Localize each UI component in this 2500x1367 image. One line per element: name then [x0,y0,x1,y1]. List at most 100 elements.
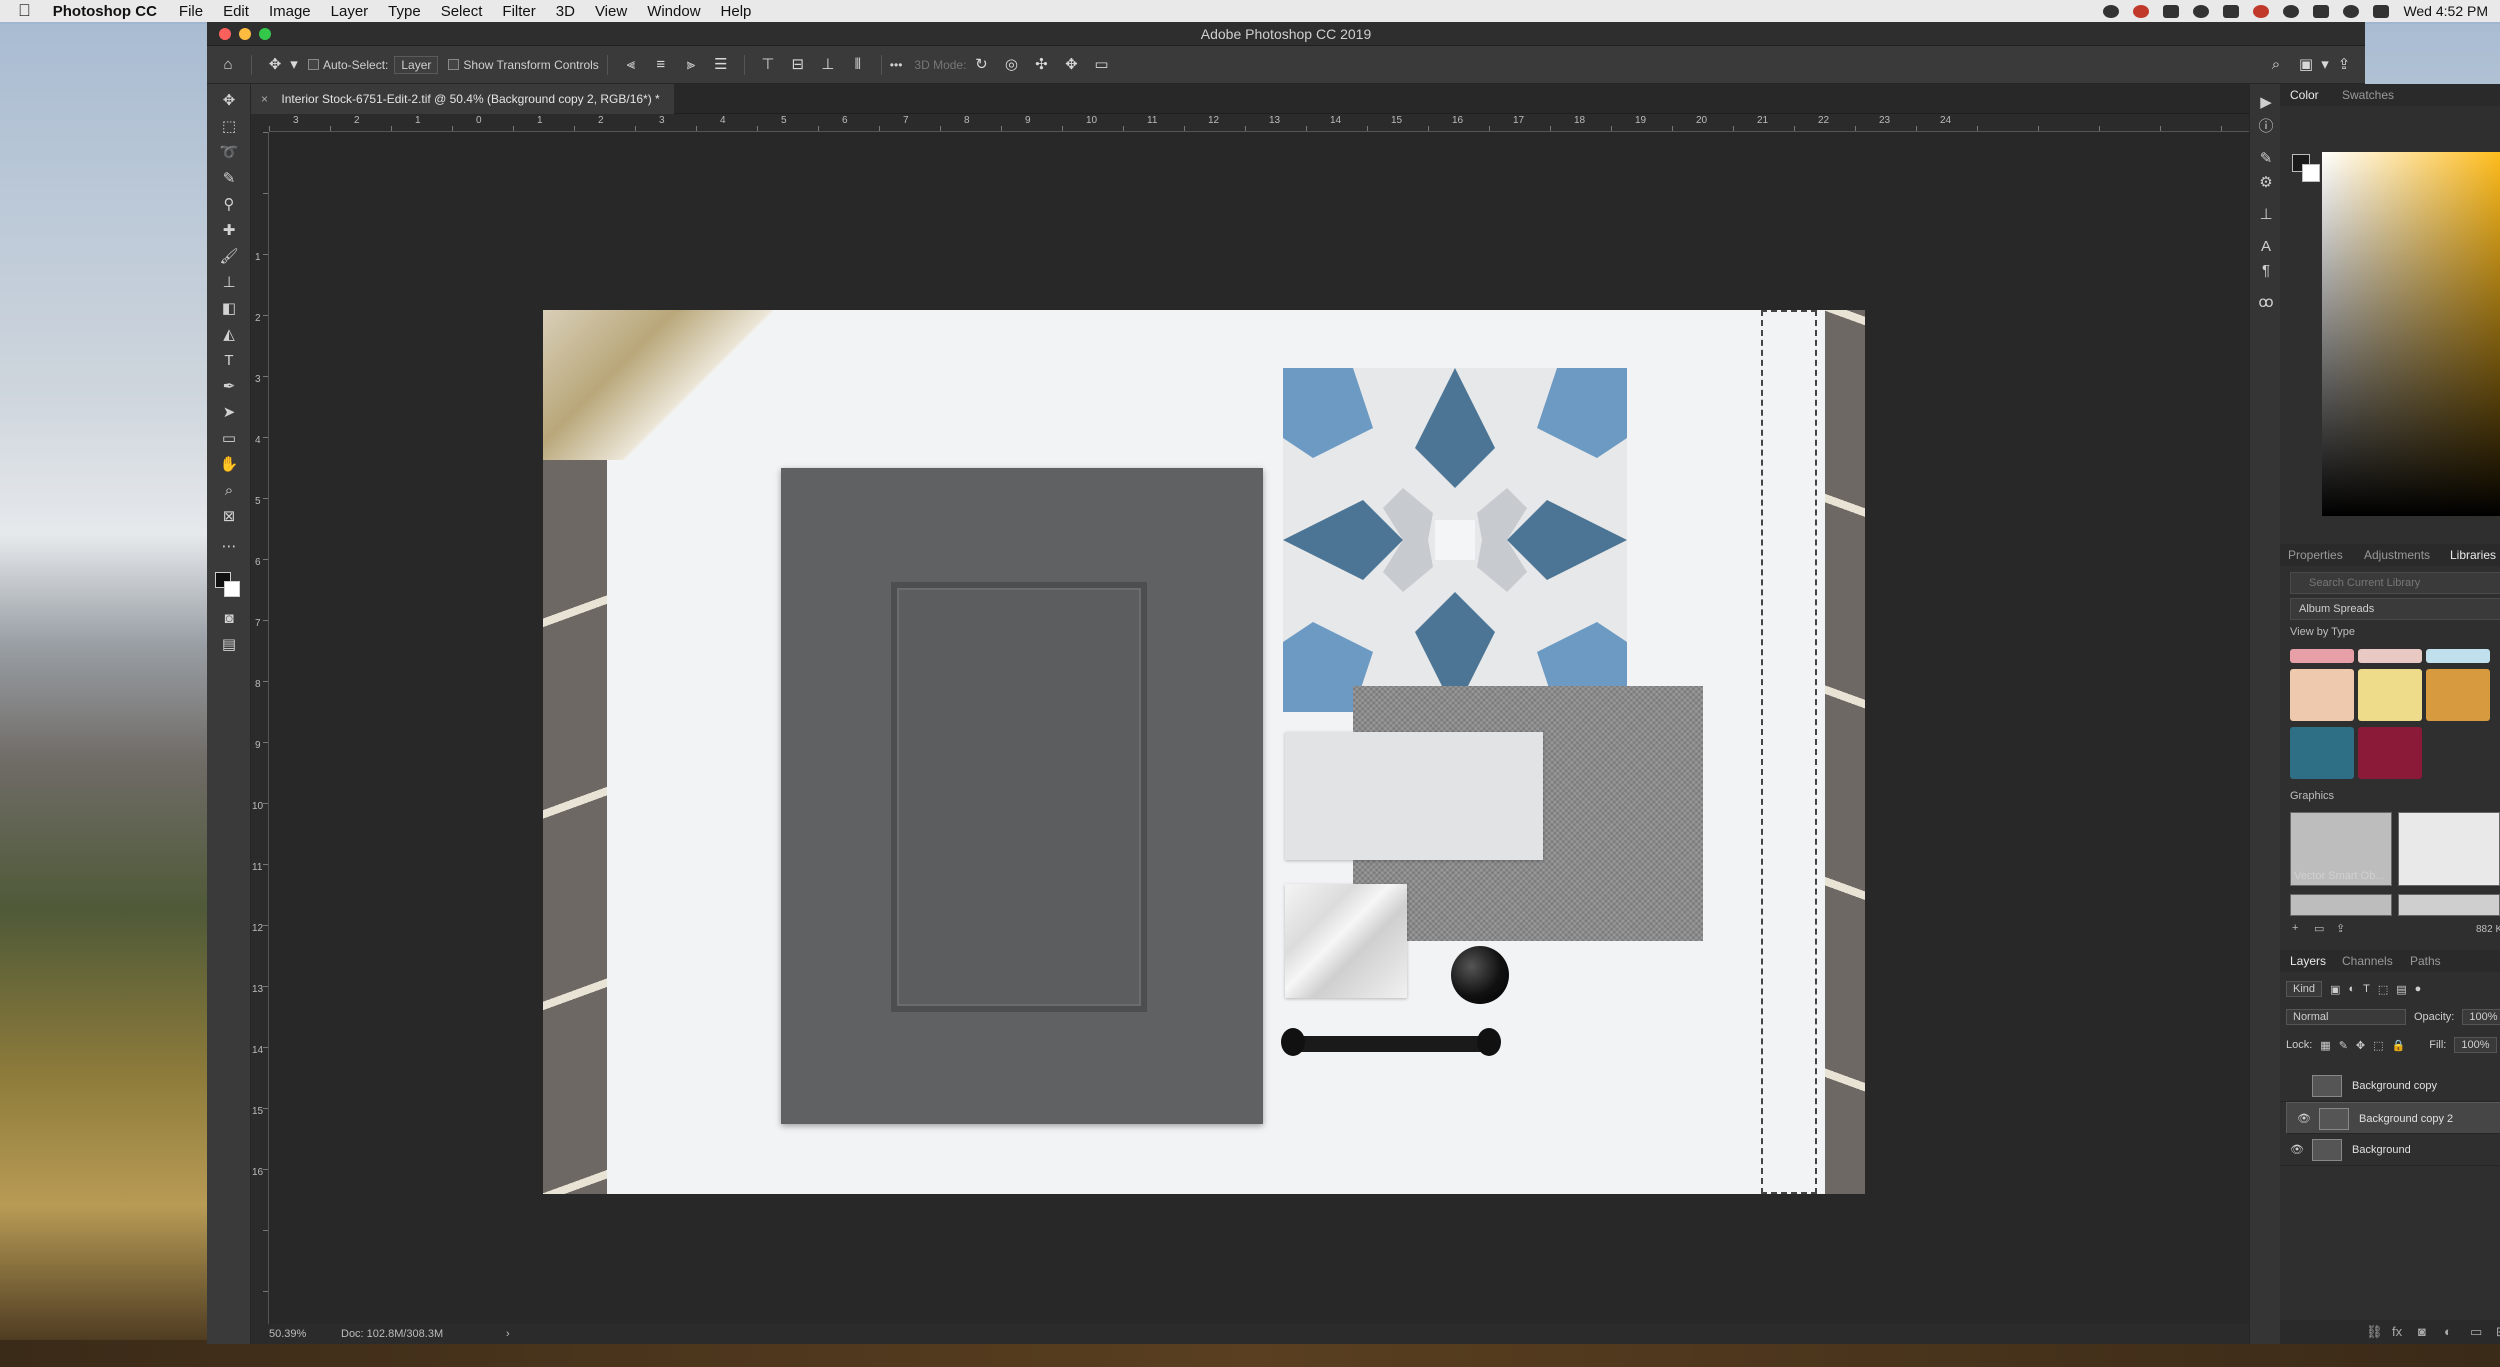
pen-tool-icon[interactable]: ✒ [217,376,241,398]
library-color-swatch[interactable] [2426,649,2490,663]
menu-select[interactable]: Select [441,3,483,20]
quick-mask-icon[interactable]: ◙ [217,608,241,630]
document-tab[interactable]: × Interior Stock-6751-Edit-2.tif @ 50.4%… [251,84,674,114]
library-color-swatch[interactable] [2426,669,2490,721]
play-icon[interactable]: ▶ [2257,94,2275,112]
home-icon[interactable]: ⌂ [219,56,237,73]
document-image[interactable] [543,310,1865,1194]
more-tools-icon[interactable]: ⋯ [217,536,241,558]
add-library-item-icon[interactable]: + [2292,922,2298,934]
tab-layers[interactable]: Layers [2290,950,2326,972]
new-layer-icon[interactable]: ⊞ [2496,1324,2500,1340]
new-group-icon[interactable]: ▭ [2470,1324,2482,1340]
align-left-icon[interactable]: ⫷ [622,56,640,73]
color-field[interactable] [2322,152,2500,516]
clone-stamp-tool-icon[interactable]: ⊥ [217,272,241,294]
eyedropper-tool-icon[interactable]: ⚲ [217,194,241,216]
link-layers-icon[interactable]: ⛓ [2366,1324,2383,1340]
align-top-icon[interactable]: ⊤ [759,56,777,73]
menu-clock[interactable]: Wed 4:52 PM [2403,3,2488,19]
selection-marquee[interactable] [1761,310,1817,1194]
move-tool-icon[interactable]: ✥ [217,90,241,112]
color-fg-bg-swatches[interactable] [2292,154,2320,182]
healing-brush-tool-icon[interactable]: ✚ [217,220,241,242]
menu-help[interactable]: Help [721,3,752,20]
add-mask-icon[interactable]: ◙ [2418,1324,2426,1339]
menu-file[interactable]: File [179,3,203,20]
tab-properties[interactable]: Properties [2288,544,2343,566]
adjustment-filter-icon[interactable]: ◐ [2348,983,2355,995]
hand-tool-icon[interactable]: ✋ [217,454,241,476]
align-center-icon[interactable]: ≡ [652,56,670,73]
auto-select-checkbox[interactable] [308,59,319,70]
align-middle-icon[interactable]: ⊟ [789,56,807,73]
shape-filter-icon[interactable]: ⬚ [2378,983,2388,996]
tab-libraries[interactable]: Libraries [2450,544,2496,566]
app-menu[interactable]: Photoshop CC [53,3,157,20]
zoom-level[interactable]: 50.39% [269,1324,306,1344]
info-icon[interactable]: ⓘ [2257,118,2275,136]
move-tool-preset-icon[interactable]: ✥ [266,56,284,73]
tab-color[interactable]: Color [2290,84,2319,106]
library-color-swatch[interactable] [2290,727,2354,779]
lock-all-icon[interactable]: 🔒 [2392,1039,2406,1052]
share-icon[interactable]: ⇪ [2335,56,2353,73]
close-window-button[interactable] [219,28,231,40]
hd-icon[interactable] [2163,4,2180,18]
menu-layer[interactable]: Layer [331,3,369,20]
adjustment-layer-icon[interactable]: ◐ [2444,1324,2452,1339]
menu-3d[interactable]: 3D [556,3,575,20]
skype-icon[interactable] [2103,4,2120,18]
zoom-window-button[interactable] [259,28,271,40]
sync-icon[interactable] [2193,4,2210,18]
upload-icon[interactable]: ⇪ [2336,922,2345,935]
creative-cloud-icon[interactable] [2133,4,2150,18]
paint-bucket-tool-icon[interactable]: ◭ [217,324,241,346]
bluetooth-icon[interactable] [2313,4,2330,18]
tab-adjustments[interactable]: Adjustments [2364,544,2430,566]
graphic-thumbnail[interactable] [2398,894,2500,916]
frame-tool-icon[interactable]: ⊠ [217,506,241,528]
fill-input[interactable]: 100% [2454,1037,2497,1053]
search-icon[interactable]: ⌕ [2267,56,2285,73]
menu-edit[interactable]: Edit [223,3,249,20]
lasso-tool-icon[interactable]: ➰ [217,142,241,164]
graphic-thumbnail[interactable] [2398,812,2500,886]
graphic-thumbnail[interactable] [2290,894,2392,916]
marquee-tool-icon[interactable]: ⬚ [217,116,241,138]
screen-mode-icon[interactable]: ▤ [217,634,241,656]
blend-mode-dropdown[interactable]: Normal [2286,1009,2406,1025]
tab-swatches[interactable]: Swatches [2342,84,2394,106]
chevron-down-icon[interactable]: ▾ [2321,56,2329,73]
chevron-down-icon[interactable]: ▾ [290,56,298,73]
opacity-input[interactable]: 100% [2462,1009,2500,1025]
paragraph-icon[interactable]: ¶ [2257,262,2275,280]
library-search-input[interactable]: Search Current Library [2290,572,2500,594]
brush-settings-icon[interactable]: ✎ [2257,150,2275,168]
tab-channels[interactable]: Channels [2342,950,2393,972]
status-menu-arrow-icon[interactable]: › [506,1324,510,1344]
layer-filter-kind[interactable]: Kind [2286,981,2323,997]
path-selection-tool-icon[interactable]: ➤ [217,402,241,424]
layer-row[interactable]: 👁 Background 🔒 [2280,1134,2500,1166]
lock-transparent-icon[interactable]: ▦ [2320,1039,2330,1052]
menu-filter[interactable]: Filter [502,3,535,20]
library-color-swatch[interactable] [2290,669,2354,721]
distribute-icon[interactable]: ☰ [712,56,730,73]
wifi-icon[interactable] [2343,4,2360,18]
adjustments-icon[interactable]: ⚙ [2257,174,2275,192]
library-color-swatch[interactable] [2358,649,2422,663]
close-tab-icon[interactable]: × [261,92,268,106]
visibility-eye-icon[interactable]: 👁 [2297,1103,2311,1135]
type-filter-icon[interactable]: T [2363,983,2370,995]
quick-select-tool-icon[interactable]: ✎ [217,168,241,190]
library-color-swatch[interactable] [2290,649,2354,663]
eraser-tool-icon[interactable]: ◧ [217,298,241,320]
filter-toggle-icon[interactable]: ● [2415,983,2422,995]
document-size[interactable]: Doc: 102.8M/308.3M [341,1324,443,1344]
clone-source-icon[interactable]: ⊥ [2257,206,2275,224]
lock-artboard-icon[interactable]: ⬚ [2373,1039,2383,1052]
lock-position-icon[interactable]: ✥ [2356,1039,2365,1052]
folder-icon[interactable]: ▭ [2314,922,2324,935]
time-machine-icon[interactable] [2283,4,2300,18]
